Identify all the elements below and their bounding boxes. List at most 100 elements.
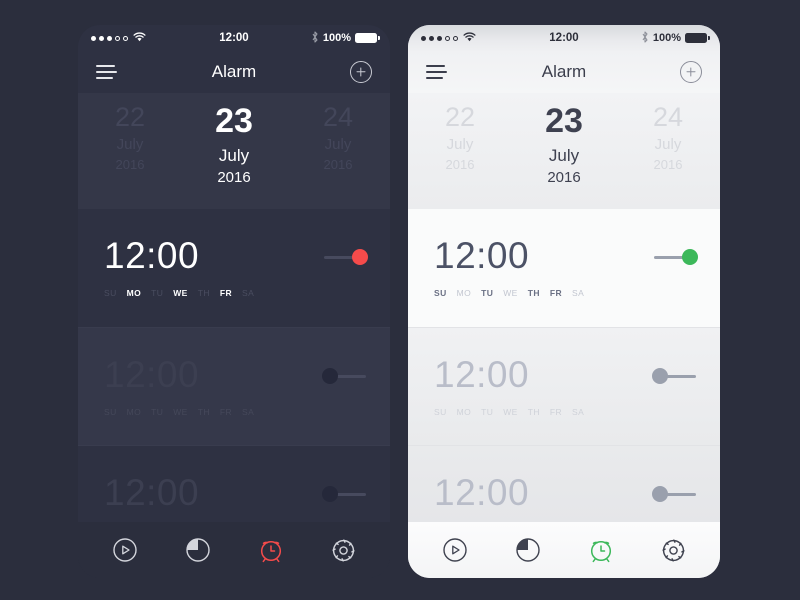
alarm-row[interactable]: 12:00 SU MO TU WE TH FR SA bbox=[408, 209, 720, 327]
plus-circle-icon[interactable] bbox=[350, 61, 372, 83]
status-bar: 12:00 100% bbox=[408, 25, 720, 51]
tab-alarm[interactable] bbox=[251, 530, 291, 570]
hamburger-menu-icon[interactable] bbox=[96, 65, 117, 79]
page-title: Alarm bbox=[211, 62, 257, 81]
alarm-day-sa[interactable]: SA bbox=[572, 288, 584, 298]
alarm-day-th[interactable]: TH bbox=[198, 288, 210, 298]
alarm-time-label: 12:00 bbox=[434, 472, 530, 513]
date-current-month: July bbox=[548, 145, 580, 165]
status-bar-right: 100% bbox=[641, 30, 710, 46]
alarm-row[interactable]: 12:00 SU MO TU WE TH FR SA bbox=[78, 327, 390, 445]
gear-icon bbox=[330, 537, 357, 564]
alarm-day-selector[interactable]: SU MO TU WE TH FR SA bbox=[434, 288, 584, 298]
toggle-knob bbox=[352, 249, 368, 265]
alarm-row[interactable]: 12:00 SU MO TU WE TH FR SA bbox=[78, 209, 390, 327]
alarm-toggle-switch[interactable] bbox=[652, 249, 698, 265]
phone-dark-theme: 12:00 100% Alarm 22 July 2016 23 July 20… bbox=[78, 25, 390, 578]
alarm-row-content: 12:00 SU MO TU WE TH FR SA bbox=[434, 356, 584, 417]
alarm-day-we[interactable]: WE bbox=[503, 288, 518, 298]
phone-light-theme: 12:00 100% Alarm 22 July 2016 23 July 20… bbox=[408, 25, 720, 578]
alarm-time-label: 12:00 bbox=[434, 235, 530, 276]
bluetooth-icon bbox=[311, 30, 319, 46]
page-title: Alarm bbox=[541, 62, 587, 81]
tab-stopwatch[interactable] bbox=[435, 530, 475, 570]
tab-timer[interactable] bbox=[508, 530, 548, 570]
alarm-time-label: 12:00 bbox=[104, 235, 200, 276]
alarm-day-sa[interactable]: SA bbox=[242, 407, 254, 417]
alarm-day-we[interactable]: WE bbox=[503, 407, 518, 417]
alarm-day-mo[interactable]: MO bbox=[127, 288, 142, 298]
alarm-day-th[interactable]: TH bbox=[528, 407, 540, 417]
alarm-time-label: 12:00 bbox=[434, 354, 530, 395]
tab-settings[interactable] bbox=[324, 530, 364, 570]
plus-circle-icon[interactable] bbox=[680, 61, 702, 83]
tab-alarm[interactable] bbox=[581, 530, 621, 570]
alarm-day-th[interactable]: TH bbox=[198, 407, 210, 417]
signal-strength-icon bbox=[421, 35, 458, 41]
play-circle-icon bbox=[442, 537, 468, 563]
alarm-day-su[interactable]: SU bbox=[434, 288, 447, 298]
alarm-day-su[interactable]: SU bbox=[104, 288, 117, 298]
alarm-day-mo[interactable]: MO bbox=[127, 407, 142, 417]
alarm-row-content: 12:00 SU MO TU WE TH FR SA bbox=[104, 237, 254, 298]
alarm-day-selector[interactable]: SU MO TU WE TH FR SA bbox=[434, 407, 584, 417]
tab-settings[interactable] bbox=[654, 530, 694, 570]
date-current-day: 23 bbox=[215, 102, 253, 140]
alarm-day-fr[interactable]: FR bbox=[220, 288, 232, 298]
alarm-day-we[interactable]: WE bbox=[173, 407, 188, 417]
alarm-day-selector[interactable]: SU MO TU WE TH FR SA bbox=[104, 288, 254, 298]
battery-full-icon bbox=[355, 33, 380, 43]
tab-bar bbox=[78, 522, 390, 578]
toggle-knob bbox=[322, 368, 338, 384]
date-previous-year: 2016 bbox=[445, 156, 475, 172]
date-strip: 22 July 2016 23 July 2016 24 July 2016 bbox=[408, 93, 720, 209]
alarm-row[interactable]: 12:00 SU MO TU WE TH FR SA bbox=[408, 327, 720, 445]
date-current[interactable]: 23 July 2016 bbox=[512, 99, 616, 188]
date-previous-year: 2016 bbox=[115, 156, 145, 172]
hamburger-menu-icon[interactable] bbox=[426, 65, 447, 79]
screenshot-stage: 12:00 100% Alarm 22 July 2016 23 July 20… bbox=[0, 0, 800, 600]
alarm-day-mo[interactable]: MO bbox=[457, 288, 472, 298]
tab-stopwatch[interactable] bbox=[105, 530, 145, 570]
date-next[interactable]: 24 July 2016 bbox=[286, 99, 390, 173]
alarm-day-we[interactable]: WE bbox=[173, 288, 188, 298]
status-bar-right: 100% bbox=[311, 30, 380, 46]
wifi-icon bbox=[463, 32, 476, 45]
alarm-day-tu[interactable]: TU bbox=[151, 288, 163, 298]
alarm-day-fr[interactable]: FR bbox=[220, 407, 232, 417]
alarm-day-fr[interactable]: FR bbox=[550, 407, 562, 417]
alarm-toggle-switch[interactable] bbox=[322, 249, 368, 265]
alarm-day-tu[interactable]: TU bbox=[481, 288, 493, 298]
tab-timer[interactable] bbox=[178, 530, 218, 570]
alarm-day-su[interactable]: SU bbox=[104, 407, 117, 417]
alarm-day-sa[interactable]: SA bbox=[572, 407, 584, 417]
status-bar: 12:00 100% bbox=[78, 25, 390, 51]
alarm-day-fr[interactable]: FR bbox=[550, 288, 562, 298]
alarm-day-th[interactable]: TH bbox=[528, 288, 540, 298]
date-current-day: 23 bbox=[545, 102, 583, 140]
alarm-day-tu[interactable]: TU bbox=[151, 407, 163, 417]
alarm-day-mo[interactable]: MO bbox=[457, 407, 472, 417]
alarm-day-su[interactable]: SU bbox=[434, 407, 447, 417]
date-previous[interactable]: 22 July 2016 bbox=[408, 99, 512, 173]
alarm-toggle-switch[interactable] bbox=[322, 368, 368, 384]
date-previous[interactable]: 22 July 2016 bbox=[78, 99, 182, 173]
alarm-toggle-switch[interactable] bbox=[652, 368, 698, 384]
date-current[interactable]: 23 July 2016 bbox=[182, 99, 286, 188]
pie-timer-icon bbox=[515, 537, 541, 563]
alarm-day-tu[interactable]: TU bbox=[481, 407, 493, 417]
alarm-toggle-switch[interactable] bbox=[322, 486, 368, 502]
alarm-day-sa[interactable]: SA bbox=[242, 288, 254, 298]
alarm-toggle-switch[interactable] bbox=[652, 486, 698, 502]
alarm-row-content: 12:00 SU MO TU WE TH FR SA bbox=[104, 356, 254, 417]
alarm-time-label: 12:00 bbox=[104, 472, 200, 513]
toggle-knob bbox=[322, 486, 338, 502]
date-previous-day: 22 bbox=[444, 102, 476, 132]
date-strip: 22 July 2016 23 July 2016 24 July 2016 bbox=[78, 93, 390, 209]
date-previous-month: July bbox=[446, 136, 474, 154]
play-circle-icon bbox=[112, 537, 138, 563]
alarm-clock-icon bbox=[257, 536, 285, 564]
date-previous-day: 22 bbox=[114, 102, 146, 132]
alarm-day-selector[interactable]: SU MO TU WE TH FR SA bbox=[104, 407, 254, 417]
date-next[interactable]: 24 July 2016 bbox=[616, 99, 720, 173]
